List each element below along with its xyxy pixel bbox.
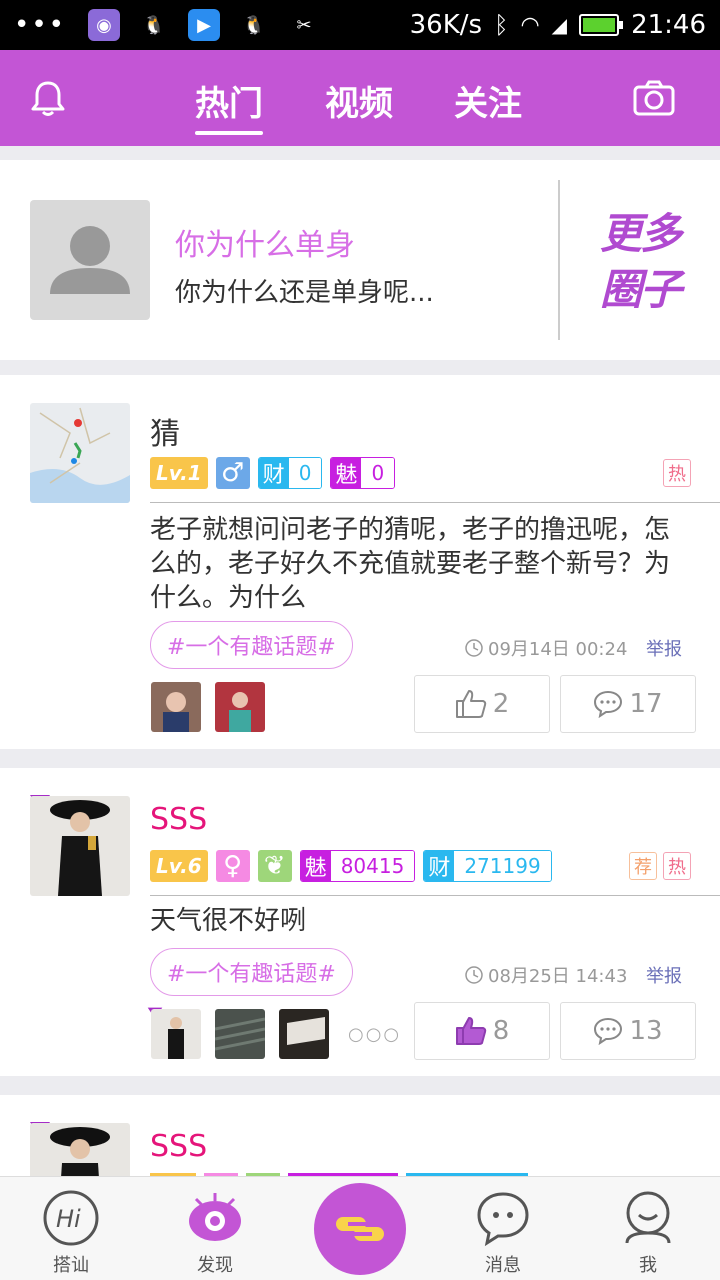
comment-icon <box>594 1017 623 1045</box>
username[interactable]: SSS <box>150 802 207 837</box>
hi-icon: Hi <box>43 1190 99 1246</box>
status-bar: ••• ◉ 🐧 ▶ 🐧 ✂ 36K/s ᛒ ◠ ◢ 21:46 <box>0 0 720 50</box>
comment-icon <box>594 690 623 718</box>
profile-icon <box>625 1191 671 1244</box>
qq-icon-2: 🐧 <box>238 9 271 41</box>
like-button[interactable]: 8 <box>414 1002 550 1060</box>
liker-avatar[interactable] <box>151 682 201 732</box>
post-time: 09月14日 00:24 <box>464 635 627 661</box>
clock: 21:46 <box>631 10 706 40</box>
username[interactable]: 猜 <box>150 409 180 453</box>
battery-icon <box>579 14 624 36</box>
svg-text:Hi: Hi <box>56 1205 81 1233</box>
thumbs-up-icon <box>455 1017 486 1045</box>
tab-video[interactable]: 视频 <box>325 76 393 125</box>
tab-me[interactable]: 我 <box>603 1189 693 1277</box>
like-count: 2 <box>492 689 510 719</box>
liker-avatar[interactable] <box>215 682 265 732</box>
link-icon <box>336 1217 384 1241</box>
username[interactable]: SSS <box>150 1129 207 1164</box>
tab-hot[interactable]: 热门 <box>195 76 263 135</box>
eye-icon <box>189 1193 241 1241</box>
post-text: 天气很不好咧 <box>150 906 307 936</box>
more-line-1: 更多 <box>599 209 682 258</box>
post-card[interactable]: SSS Lv.6 ♀ ❦ 魅 80415 财 271199 荐 热 天气很不好咧 #… <box>0 768 720 1076</box>
leaf-icon: ❦ <box>257 850 292 882</box>
bluetooth-icon: ᛒ <box>494 11 509 39</box>
hot-tag: 热 <box>663 852 691 880</box>
tab-discover[interactable]: 发现 <box>170 1189 260 1277</box>
liker-avatar[interactable] <box>279 1009 329 1059</box>
comment-count: 17 <box>629 689 663 719</box>
signal-icon: ◢ <box>551 13 568 37</box>
badge-row: Lv.1 ♂ 财0 魅0 <box>150 457 396 489</box>
post-card[interactable]: 猜 Lv.1 ♂ 财0 魅0 热 老子就想问问老子的猜呢，老子的撸迅呢，怎么的，… <box>0 375 720 749</box>
divider <box>150 895 720 896</box>
banner-title: 你为什么单身 <box>175 228 355 263</box>
post-card[interactable]: SSS <box>0 1095 720 1176</box>
top-nav: 热门 视频 关注 <box>0 50 720 146</box>
topic-tag[interactable]: #一个有趣话题# <box>150 948 353 996</box>
post-tags: 荐 热 <box>629 852 691 880</box>
play-icon: ▶ <box>188 9 221 41</box>
user-avatar[interactable] <box>30 1123 130 1176</box>
liker-avatar[interactable] <box>151 1009 201 1059</box>
bell-icon[interactable] <box>28 78 68 118</box>
user-avatar[interactable] <box>30 796 130 896</box>
post-tags: 热 <box>663 459 691 487</box>
wifi-icon: ◠ <box>520 12 540 38</box>
more-circles-button[interactable]: 更多 圈子 <box>578 206 702 318</box>
tab-chat-up[interactable]: Hi 搭讪 <box>26 1189 116 1277</box>
post-time: 08月25日 14:43 <box>464 962 627 988</box>
more-line-2: 圈子 <box>599 265 682 314</box>
wealth-badge: 财 271199 <box>423 850 552 882</box>
divider <box>150 502 720 503</box>
like-count: 8 <box>492 1016 510 1046</box>
map-avatar[interactable] <box>30 403 130 503</box>
female-icon: ♀ <box>215 850 250 882</box>
match-button[interactable] <box>314 1183 406 1275</box>
comment-button[interactable]: 17 <box>560 675 696 733</box>
comment-count: 13 <box>629 1016 663 1046</box>
post-text: 老子就想问问老子的猜呢，老子的撸迅呢，怎么的，老子好久不充值就要老子整个新号？为… <box>150 515 671 613</box>
banner-desc: 你为什么还是单身呢... <box>175 278 434 308</box>
recommend-tag: 荐 <box>629 852 657 880</box>
male-icon: ♂ <box>215 457 250 489</box>
like-button[interactable]: 2 <box>414 675 550 733</box>
charm-badge: 魅0 <box>330 457 396 489</box>
liker-avatar[interactable] <box>215 1009 265 1059</box>
charm-badge: 魅 80415 <box>299 850 416 882</box>
comment-button[interactable]: 13 <box>560 1002 696 1060</box>
tool-icon: ✂ <box>288 9 321 41</box>
network-speed: 36K/s <box>409 10 483 40</box>
default-avatar <box>30 200 150 320</box>
tab-follow[interactable]: 关注 <box>454 76 522 125</box>
camera-icon[interactable] <box>632 78 676 118</box>
chat-icon <box>477 1192 529 1247</box>
qq-icon: 🐧 <box>138 9 171 41</box>
more-likers-icon[interactable]: ○○○ <box>348 1024 401 1045</box>
bottom-tabbar: Hi 搭讪 发现 消息 我 <box>0 1176 720 1280</box>
clock-icon <box>465 966 483 984</box>
circle-banner[interactable]: 你为什么单身 你为什么还是单身呢... 更多 圈子 <box>0 160 720 360</box>
divider <box>558 180 560 340</box>
level-badge: Lv.6 <box>150 850 208 882</box>
level-badge: Lv.1 <box>150 457 208 489</box>
topic-tag[interactable]: #一个有趣话题# <box>150 621 353 669</box>
report-link[interactable]: 举报 <box>646 635 682 661</box>
hot-tag: 热 <box>663 459 691 487</box>
report-link[interactable]: 举报 <box>646 962 682 988</box>
app-notification-icon: ◉ <box>88 9 121 41</box>
wealth-badge: 财0 <box>257 457 323 489</box>
notification-dots: ••• <box>14 10 67 40</box>
thumbs-up-icon <box>455 690 486 718</box>
tab-messages[interactable]: 消息 <box>458 1189 548 1277</box>
badge-row: Lv.6 ♀ ❦ 魅 80415 财 271199 <box>150 850 552 882</box>
clock-icon <box>465 639 483 657</box>
